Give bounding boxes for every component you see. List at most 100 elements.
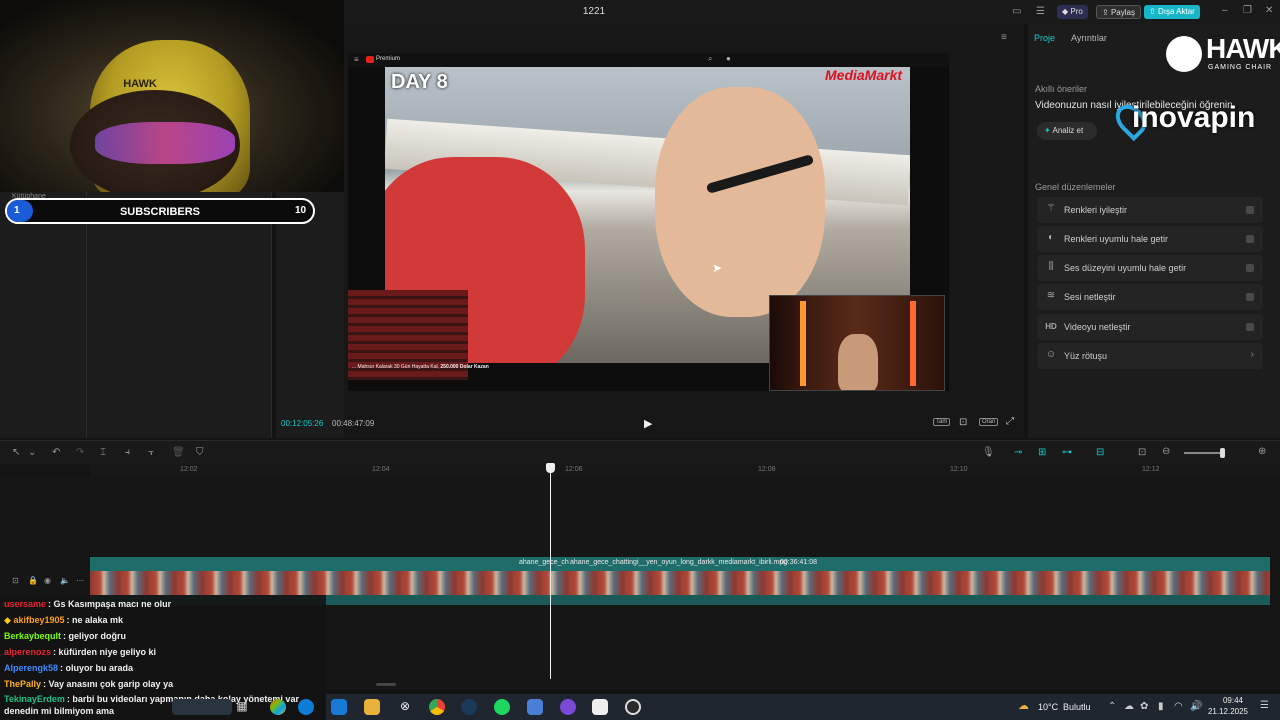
playhead-handle[interactable]: [546, 463, 555, 473]
steam-icon[interactable]: [461, 699, 477, 715]
eye-icon[interactable]: ◉: [44, 576, 51, 585]
spotify-icon[interactable]: [494, 699, 510, 715]
media-panel: [0, 192, 272, 438]
trim-right-icon[interactable]: ⫟: [148, 447, 154, 458]
video-clip-header[interactable]: ahane_gece_ch ahane_gece_chattingi__yen_…: [90, 557, 1270, 571]
layout-icon[interactable]: ▭: [1012, 6, 1021, 17]
analyze-button[interactable]: ✦ Analiz et: [1037, 122, 1097, 140]
webcam-overlay: HAWK: [0, 0, 344, 192]
chevron-down-icon[interactable]: ⌄: [28, 447, 36, 458]
horizontal-scrollbar[interactable]: [376, 683, 396, 686]
streamer-cam: [769, 295, 945, 391]
app-icon[interactable]: [527, 699, 543, 715]
edge-icon[interactable]: [298, 699, 314, 715]
share-button[interactable]: ⇪ Paylaş: [1096, 5, 1141, 19]
microphone-icon[interactable]: 🎙: [982, 447, 995, 458]
wifi-icon[interactable]: ◠: [1174, 701, 1183, 712]
neon-light-left: [800, 301, 806, 386]
select-tool-icon[interactable]: ↖: [12, 447, 20, 458]
tab-details[interactable]: Ayrıntılar: [1071, 33, 1107, 43]
toggle[interactable]: [1246, 293, 1254, 301]
toggle[interactable]: [1246, 206, 1254, 214]
playhead[interactable]: [550, 465, 551, 679]
yt-premium-label: Premium: [376, 56, 401, 62]
taskview-icon[interactable]: ▦: [234, 699, 250, 715]
tab-project[interactable]: Proje: [1034, 33, 1055, 43]
chrome-icon[interactable]: [429, 699, 445, 715]
match-audio-option[interactable]: ⫼ Ses düzeyini uyumlu hale getir: [1037, 255, 1263, 281]
zoom-in-icon[interactable]: ⊕: [1258, 446, 1266, 457]
clip-name-left: ahane_gece_ch: [519, 559, 569, 566]
weather-icon: ☁: [1018, 700, 1029, 712]
ruler-tick: 12:04: [372, 466, 390, 473]
enhance-colors-option[interactable]: ⚚ Renkleri iyileştir: [1037, 197, 1263, 223]
maximize-icon[interactable]: ❐: [1243, 5, 1252, 16]
preview-toggle-icon[interactable]: ⊡: [1138, 447, 1146, 458]
undo-icon[interactable]: ↶: [52, 447, 60, 458]
list-icon[interactable]: ☰: [1036, 6, 1045, 17]
toggle[interactable]: [1246, 264, 1254, 272]
discord-icon[interactable]: [560, 699, 576, 715]
link-icon[interactable]: ⊸: [1014, 447, 1022, 458]
clip-duration: 00:36:41:08: [780, 559, 817, 566]
taskbar-widget[interactable]: [172, 699, 232, 715]
pro-badge[interactable]: ◆ Pro: [1057, 5, 1088, 19]
more-icon[interactable]: ⋯: [76, 576, 84, 585]
expand-icon[interactable]: ⤢: [1006, 416, 1014, 427]
clock-time[interactable]: 09:44: [1203, 696, 1243, 705]
hawk-logo-subtext: GAMING CHAIR: [1208, 64, 1273, 71]
speaker-icon[interactable]: 🔈: [60, 576, 70, 585]
chat-message: alperenozs: küfürden niye geliyo ki: [4, 647, 157, 657]
magnet-icon[interactable]: ⊞: [1038, 447, 1046, 458]
smart-suggestions-title: Akıllı öneriler: [1035, 84, 1088, 94]
track-thumbnail-icon[interactable]: ⊡: [12, 576, 19, 585]
lock-icon[interactable]: 🔒: [28, 576, 38, 585]
timeline-ruler[interactable]: 12:02 12:04 12:06 12:08 12:10 12:12: [90, 464, 1280, 476]
folder-icon[interactable]: [364, 699, 380, 715]
delete-icon[interactable]: 🗑: [172, 447, 185, 458]
outlook-icon[interactable]: [331, 699, 347, 715]
match-colors-option[interactable]: ◐ Renkleri uyumlu hale getir: [1037, 226, 1263, 252]
tray-icon[interactable]: ☁: [1124, 701, 1134, 712]
close-icon[interactable]: ✕: [1265, 5, 1273, 16]
snap-icon[interactable]: ⊶: [1062, 447, 1072, 458]
redo-icon[interactable]: ↷: [76, 447, 84, 458]
minimize-icon[interactable]: –: [1222, 5, 1228, 16]
fullscreen-mode-button[interactable]: Tam: [933, 418, 951, 426]
ruler-tick: 12:12: [1142, 466, 1160, 473]
zoom-slider[interactable]: [1184, 452, 1224, 454]
enhance-audio-option[interactable]: ≋ Sesi netleştir: [1037, 284, 1263, 310]
obs-icon[interactable]: [625, 699, 641, 715]
shield-icon[interactable]: ⛉: [196, 447, 204, 458]
capcut-icon[interactable]: [592, 699, 608, 715]
taskbar: ▦ ⊗ ☁ 10°C Bulutlu ⌃ ☁ ✿ ▮ ◠ 🔊 09:44 21.…: [172, 694, 1280, 720]
battery-icon[interactable]: ▮: [1158, 701, 1164, 712]
aspect-ratio-button[interactable]: Oran: [979, 418, 999, 426]
enhance-video-option[interactable]: HD Videoyu netleştir: [1037, 314, 1263, 340]
zoom-out-icon[interactable]: ⊖: [1162, 446, 1170, 457]
video-clip[interactable]: [90, 571, 1270, 595]
general-edits-title: Genel düzenlemeler: [1035, 182, 1116, 192]
track-icon[interactable]: ⊟: [1096, 447, 1104, 458]
export-button[interactable]: ⇧ Dışa Aktar: [1144, 5, 1200, 19]
face-retouch-option[interactable]: ☺ Yüz rötuşu ›: [1037, 343, 1263, 369]
menu-icon[interactable]: ≡: [1001, 32, 1007, 43]
copilot-icon[interactable]: [270, 699, 286, 715]
trim-left-icon[interactable]: ⫞: [125, 447, 130, 458]
hamburger-icon: ≡: [354, 55, 359, 64]
notification-icon[interactable]: ☰: [1260, 700, 1269, 711]
xbox-icon[interactable]: ⊗: [397, 699, 413, 715]
chevron-up-icon[interactable]: ⌃: [1108, 701, 1116, 712]
play-button[interactable]: ▶: [644, 417, 652, 430]
clock-date[interactable]: 21.12.2025: [1198, 707, 1248, 716]
zoom-slider-handle[interactable]: [1220, 448, 1225, 458]
split-icon[interactable]: ⌶: [100, 447, 106, 458]
tray-icon[interactable]: ✿: [1140, 701, 1148, 712]
toggle[interactable]: [1246, 235, 1254, 243]
streamer: [838, 334, 878, 390]
toggle[interactable]: [1246, 323, 1254, 331]
goal-target: 10: [295, 205, 307, 216]
hawk-logo-text: HAWK: [1206, 33, 1280, 64]
zoom-icon[interactable]: ⊡: [959, 417, 967, 428]
browser-bar: ≡ Premium ⌕ ●: [348, 53, 949, 67]
